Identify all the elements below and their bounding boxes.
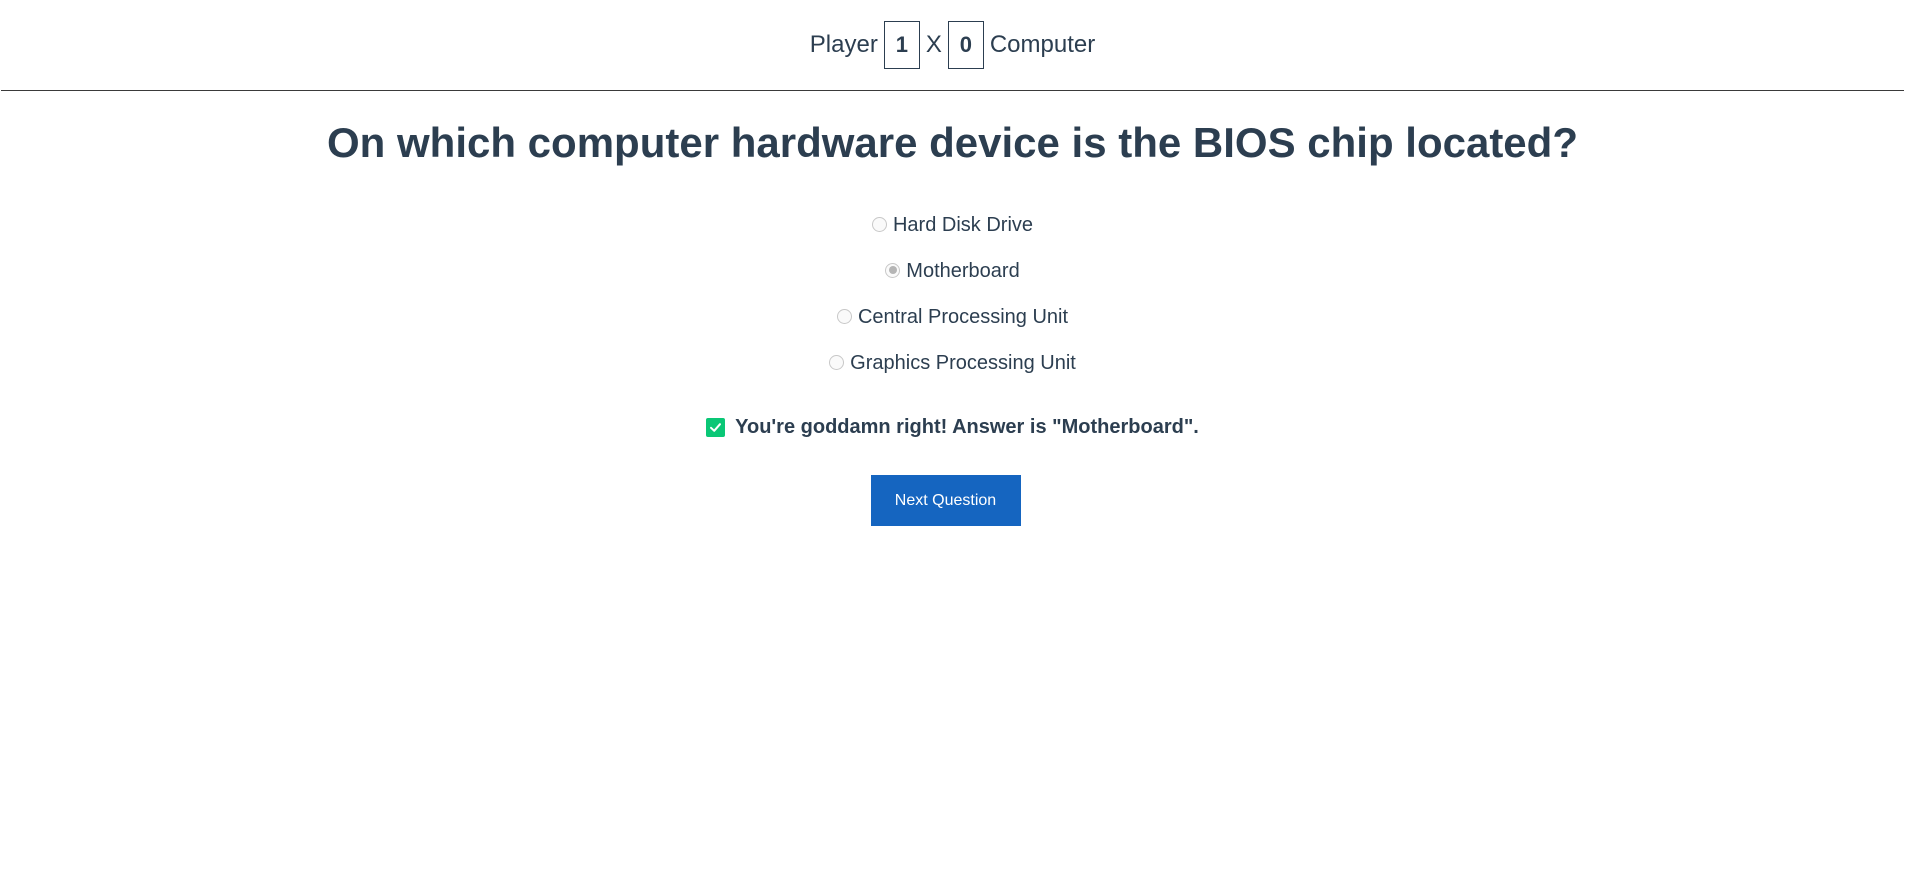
result-text: You're goddamn right! Answer is "Motherb… <box>735 415 1199 438</box>
radio-button[interactable] <box>829 354 845 370</box>
option-label: Central Processing Unit <box>857 305 1069 328</box>
option-label: Hard Disk Drive <box>892 213 1034 236</box>
result-message: You're goddamn right! Answer is "Motherb… <box>0 412 1905 442</box>
option-central-processing-unit[interactable]: Central Processing Unit <box>836 294 1069 340</box>
computer-score: 0 <box>947 21 984 69</box>
scoreboard: Player 1 X 0 Computer <box>1 0 1904 91</box>
option-label: Graphics Processing Unit <box>850 351 1076 374</box>
option-label: Motherboard <box>906 259 1020 282</box>
option-motherboard[interactable]: Motherboard <box>885 248 1020 294</box>
player-label: Player <box>809 31 878 58</box>
option-hard-disk-drive[interactable]: Hard Disk Drive <box>871 202 1034 248</box>
score-separator: X <box>925 31 942 58</box>
radio-button[interactable] <box>871 216 887 232</box>
next-question-button[interactable]: Next Question <box>870 475 1021 526</box>
answer-options: Hard Disk Drive Motherboard Central Proc… <box>0 202 1905 386</box>
radio-button[interactable] <box>836 308 852 324</box>
question-title: On which computer hardware device is the… <box>327 119 1578 166</box>
radio-button-selected[interactable] <box>885 262 901 278</box>
check-icon <box>706 417 726 437</box>
quiz-main: On which computer hardware device is the… <box>0 118 1905 526</box>
player-score: 1 <box>883 21 920 69</box>
computer-label: Computer <box>989 31 1096 58</box>
option-graphics-processing-unit[interactable]: Graphics Processing Unit <box>829 340 1076 386</box>
actions: Next Question <box>0 475 1905 526</box>
